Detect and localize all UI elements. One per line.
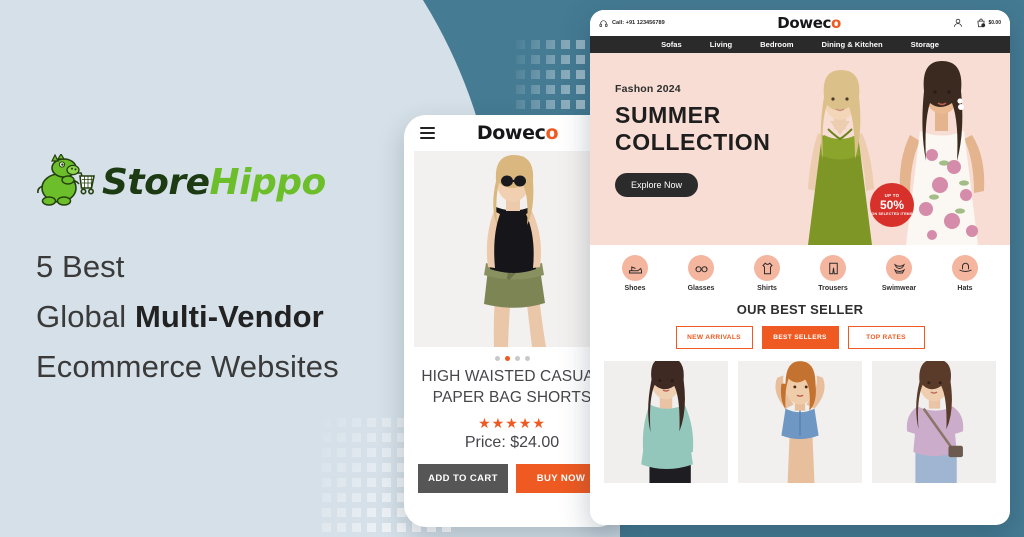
shoe-icon [622, 255, 648, 281]
best-seller-section: OUR BEST SELLER NEW ARRIVALS BEST SELLER… [590, 300, 1010, 349]
mobile-mockup: Doweco HIGH WAISTED CASUAL PAPER BAG SHO… [404, 115, 620, 527]
product-photo-mint-blouse [604, 361, 728, 483]
mobile-app-header: Doweco [412, 115, 612, 151]
trousers-icon [820, 255, 846, 281]
product-rating-stars: ★★★★★ [478, 414, 546, 431]
mobile-doweco-logo[interactable]: Doweco [476, 122, 559, 144]
desktop-topbar-actions: $0.00 [953, 18, 1001, 28]
model-shorts-photo [414, 151, 610, 347]
tab-new-arrivals[interactable]: NEW ARRIVALS [675, 326, 753, 349]
hat-icon [952, 255, 978, 281]
desktop-topbar: Call: +91 123456789 Doweco $0.00 [590, 10, 1010, 36]
category-item-trousers[interactable]: Trousers [804, 255, 862, 292]
glasses-icon [688, 255, 714, 281]
tab-best-sellers[interactable]: BEST SELLERS [761, 326, 839, 349]
headset-icon [599, 19, 608, 27]
hero-copy: Fashon 2024 SUMMER COLLECTION Explore No… [615, 83, 771, 198]
product-title: HIGH WAISTED CASUAL PAPER BAG SHORTS [412, 367, 612, 409]
cart-total: $0.00 [988, 20, 1001, 26]
headline-line-2: Global Multi-Vendor [36, 292, 406, 342]
nav-item-dining-kitchen[interactable]: Dining & Kitchen [821, 40, 882, 49]
product-photo-denim-vest [738, 361, 862, 483]
hero-kicker: Fashon 2024 [615, 83, 681, 95]
product-price: Price: $24.00 [464, 433, 560, 451]
hippo-shopping-cart-icon [37, 154, 95, 206]
user-account-icon[interactable] [953, 18, 963, 28]
carousel-dot[interactable] [494, 356, 500, 361]
hero-title-line-1: SUMMER [615, 102, 721, 128]
logo-text-hippo: Hippo [209, 162, 327, 203]
product-card-1[interactable] [604, 361, 728, 483]
best-seller-tabs: NEW ARRIVALS BEST SELLERS TOP RATES [590, 326, 1010, 349]
mobile-logo-accent: o [545, 122, 559, 144]
category-label: Shoes [624, 285, 646, 292]
nav-item-storage[interactable]: Storage [911, 40, 939, 49]
category-label: Swimwear [881, 285, 917, 292]
hero-title-line-2: COLLECTION [615, 129, 771, 156]
product-card-2[interactable] [738, 361, 862, 483]
swimwear-icon [886, 255, 912, 281]
nav-item-living[interactable]: Living [710, 40, 732, 49]
category-label: Shirts [757, 285, 777, 292]
badge-percent: 50% [879, 198, 905, 213]
storehippo-logo: StoreHippo [36, 150, 406, 216]
carousel-dot[interactable] [524, 356, 530, 361]
explore-now-button[interactable]: Explore Now [615, 173, 699, 198]
category-item-glasses[interactable]: Glasses [672, 255, 730, 292]
poster-canvas: StoreHippo 5 Best Global Multi-Vendor Ec… [0, 0, 1024, 537]
product-action-buttons: ADD TO CART BUY NOW [412, 462, 612, 493]
category-shortcuts: Shoes Glasses Shirts Trousers Swimwear H… [590, 245, 1010, 300]
product-photo-lilac-shirt [872, 361, 996, 483]
image-carousel-dots[interactable] [412, 347, 612, 367]
support-phone-text: Call: +91 123456789 [612, 20, 665, 26]
desktop-mockup: Call: +91 123456789 Doweco $0.00 Sofas L… [590, 10, 1010, 525]
product-title-line-1: HIGH WAISTED CASUAL [421, 368, 603, 385]
category-label: Trousers [818, 285, 848, 292]
shopping-bag-icon [977, 18, 986, 28]
category-item-shirts[interactable]: Shirts [738, 255, 796, 292]
add-to-cart-button[interactable]: ADD TO CART [418, 463, 508, 493]
category-item-shoes[interactable]: Shoes [606, 255, 664, 292]
category-label: Glasses [687, 285, 715, 292]
nav-item-sofas[interactable]: Sofas [661, 40, 682, 49]
headline-line-3: Ecommerce Websites [36, 349, 339, 385]
carousel-dot[interactable] [514, 356, 520, 361]
hamburger-menu-icon[interactable] [420, 124, 435, 142]
product-title-line-2: PAPER BAG SHORTS [432, 388, 592, 406]
nav-item-bedroom[interactable]: Bedroom [760, 40, 793, 49]
product-grid [590, 349, 1010, 483]
shirt-icon [754, 255, 780, 281]
left-content-column: StoreHippo 5 Best Global Multi-Vendor Ec… [36, 150, 406, 393]
badge-bottom-text: ON SELECTED ITEMS [871, 211, 913, 216]
mobile-logo-text: Dowec [476, 122, 546, 144]
discount-badge: UP TO 50% ON SELECTED ITEMS [870, 183, 914, 227]
hero-banner: Fashon 2024 SUMMER COLLECTION Explore No… [590, 53, 1010, 245]
product-card-3[interactable] [872, 361, 996, 483]
headline-line-2-bold: Multi-Vendor [134, 299, 324, 335]
headline-line-1: 5 Best [36, 249, 125, 284]
hero-title: SUMMER COLLECTION [615, 102, 771, 156]
desktop-logo-text: Dowec [777, 14, 831, 32]
headline-line-2-plain: Global [36, 299, 135, 335]
category-item-hats[interactable]: Hats [936, 255, 994, 292]
support-phone[interactable]: Call: +91 123456789 [599, 19, 665, 28]
cart-summary[interactable]: $0.00 [976, 18, 1001, 28]
mobile-product-image[interactable] [414, 151, 610, 347]
carousel-dot-active[interactable] [504, 356, 510, 361]
category-label: Hats [957, 285, 973, 292]
storehippo-wordmark: StoreHippo [102, 165, 326, 201]
desktop-main-nav: Sofas Living Bedroom Dining & Kitchen St… [590, 36, 1010, 53]
page-title: 5 Best Global Multi-Vendor Ecommerce Web… [36, 242, 406, 393]
desktop-logo-accent: o [830, 14, 841, 32]
tab-top-rates[interactable]: TOP RATES [847, 326, 925, 349]
section-title: OUR BEST SELLER [736, 302, 864, 317]
category-item-swimwear[interactable]: Swimwear [870, 255, 928, 292]
desktop-doweco-logo[interactable]: Doweco [777, 14, 841, 32]
logo-text-store: Store [102, 162, 210, 203]
